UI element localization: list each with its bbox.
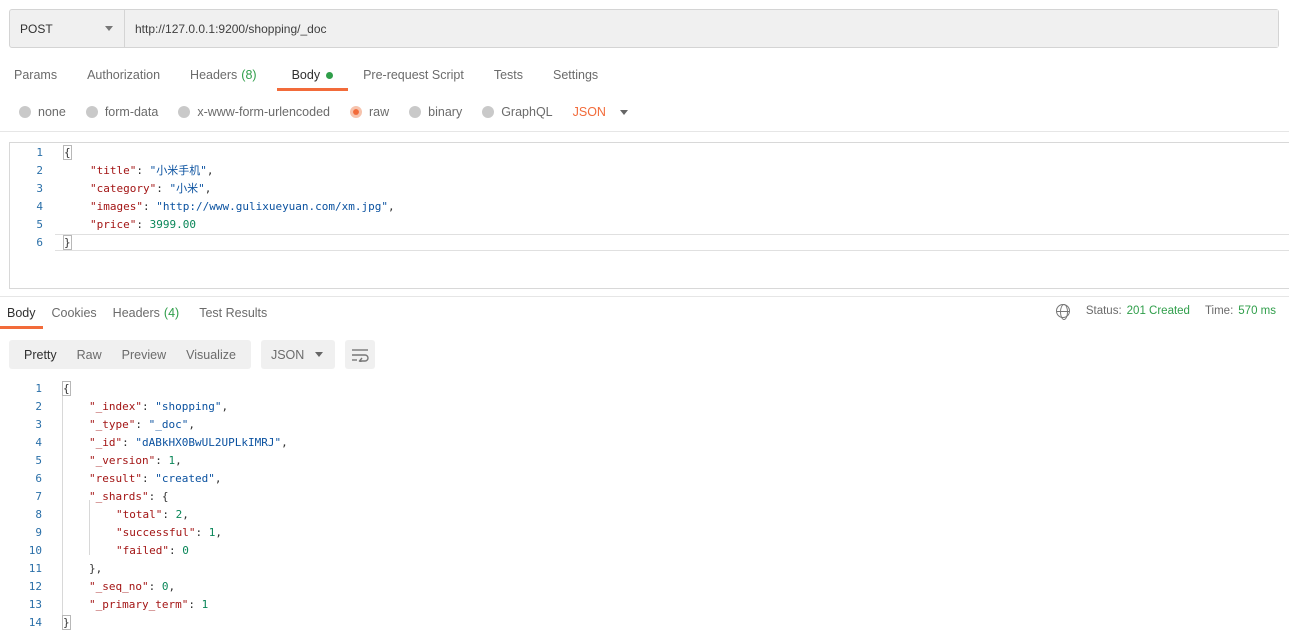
tab-params[interactable]: Params: [14, 60, 57, 90]
radio-selected-icon: [350, 106, 362, 118]
url-input[interactable]: http://127.0.0.1:9200/shopping/_doc: [125, 10, 1278, 47]
editor-line: 2 "title": "小米手机",: [36, 163, 214, 178]
viewer-line: 13 "_primary_term": 1: [28, 597, 209, 611]
tab-settings[interactable]: Settings: [553, 60, 598, 90]
tab-test-results[interactable]: Test Results: [199, 302, 267, 324]
request-url-bar: POST http://127.0.0.1:9200/shopping/_doc: [9, 9, 1279, 48]
request-body-editor[interactable]: 1 { 2 "title": "小米手机", 3 "category": "小米…: [9, 142, 1289, 289]
tab-tests[interactable]: Tests: [494, 60, 523, 90]
editor-line: 3 "category": "小米",: [36, 181, 212, 196]
tab-response-headers[interactable]: Headers (4): [113, 302, 180, 324]
response-tabs: Body Cookies Headers (4) Test Results: [0, 302, 267, 330]
editor-line: 4 "images": "http://www.gulixueyuan.com/…: [36, 199, 395, 213]
view-raw[interactable]: Raw: [67, 348, 112, 362]
view-pretty[interactable]: Pretty: [14, 348, 67, 362]
tab-cookies[interactable]: Cookies: [52, 302, 97, 324]
globe-icon[interactable]: [1055, 304, 1070, 320]
tab-pre-request-script[interactable]: Pre-request Script: [363, 60, 464, 90]
viewer-line: 1{: [35, 380, 71, 396]
viewer-line: 6 "result": "created",: [35, 471, 222, 485]
headers-count: (8): [241, 68, 257, 82]
radio-icon: [409, 106, 422, 118]
response-view-bar: Pretty Raw Preview Visualize JSON: [9, 340, 375, 369]
viewer-line: 10 "failed": 0: [28, 543, 189, 557]
view-visualize[interactable]: Visualize: [176, 348, 246, 362]
radio-icon: [19, 106, 31, 118]
radio-icon: [85, 106, 98, 118]
radio-raw[interactable]: raw: [350, 105, 389, 119]
viewer-line: 3 "_type": "_doc",: [35, 417, 195, 431]
divider: [0, 131, 1289, 132]
radio-icon: [482, 106, 495, 118]
request-tabs: Params Authorization Headers (8) Body Pre…: [0, 60, 598, 92]
method-select[interactable]: POST: [10, 10, 125, 47]
tab-body[interactable]: Body: [276, 60, 348, 91]
tab-headers[interactable]: Headers (8): [190, 60, 257, 90]
chevron-down-icon: [619, 109, 628, 115]
viewer-line: 7 "_shards": {: [35, 489, 169, 503]
body-language-select[interactable]: JSON: [573, 105, 628, 119]
viewer-line: 2 "_index": "shopping",: [35, 399, 229, 413]
viewer-line: 4 "_id": "dABkHX0BwUL2UPLkIMRJ",: [35, 435, 288, 449]
viewer-line: 14}: [28, 614, 71, 630]
method-label: POST: [20, 21, 53, 36]
radio-form-data[interactable]: form-data: [85, 105, 158, 119]
close-brace: }: [63, 234, 72, 250]
viewer-line: 8 "total": 2,: [35, 507, 189, 521]
wrap-lines-icon: [351, 348, 369, 362]
viewer-line: 5 "_version": 1,: [35, 453, 182, 467]
viewer-line: 12 "_seq_no": 0,: [28, 579, 176, 593]
viewer-line: 9 "successful": 1,: [35, 525, 222, 539]
view-mode-switch: Pretty Raw Preview Visualize: [9, 340, 251, 369]
radio-graphql[interactable]: GraphQL: [482, 105, 553, 119]
status-code[interactable]: 201 Created: [1127, 305, 1190, 317]
editor-line: 5 "price": 3999.00: [36, 217, 196, 231]
viewer-line: 11},: [28, 561, 103, 575]
wrap-lines-button[interactable]: [344, 340, 375, 369]
view-preview[interactable]: Preview: [112, 348, 176, 362]
chevron-down-icon: [105, 26, 113, 31]
divider: [0, 296, 1289, 297]
radio-none[interactable]: none: [19, 105, 66, 119]
tab-authorization[interactable]: Authorization: [87, 60, 160, 90]
editor-line: 6 }: [36, 234, 72, 250]
response-body-viewer[interactable]: 1{ 2 "_index": "shopping", 3 "_type": "_doc"…: [0, 379, 1289, 639]
radio-binary[interactable]: binary: [409, 105, 462, 119]
radio-x-www-form-urlencoded[interactable]: x-www-form-urlencoded: [178, 105, 330, 119]
tab-response-body[interactable]: Body: [0, 302, 42, 329]
response-time[interactable]: 570 ms: [1238, 305, 1276, 317]
chevron-down-icon: [314, 352, 323, 357]
open-brace: {: [63, 144, 72, 160]
response-headers-count: (4): [163, 306, 180, 320]
radio-icon: [178, 106, 191, 118]
body-type-options: none form-data x-www-form-urlencoded raw…: [19, 102, 628, 122]
editor-line: 1 {: [36, 144, 72, 160]
response-format-select[interactable]: JSON: [260, 340, 335, 369]
body-modified-dot: [326, 71, 334, 79]
response-status: Status: 201 Created Time: 570 ms: [1055, 304, 1276, 320]
